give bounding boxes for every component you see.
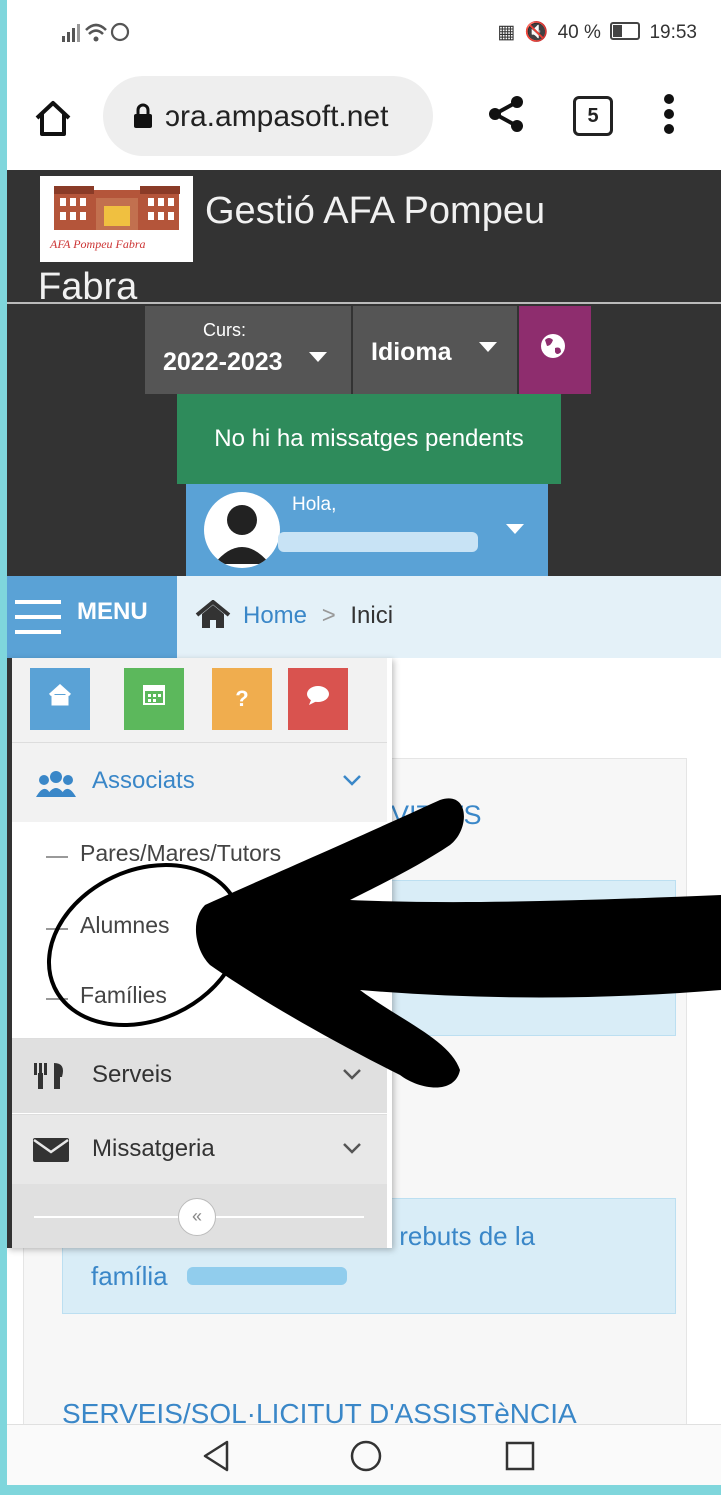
recents-icon[interactable] [503,1439,537,1478]
menu-breadcrumb-bar: MENU Home > Inici [7,576,721,658]
breadcrumb-current: Inici [350,602,394,629]
language-label: Idioma [371,338,452,366]
quick-icons: ? [12,658,387,742]
app-header: AFA Pompeu Fabra Gestió AFA Pompeu Fabra… [7,170,721,576]
submenu-item-pares[interactable]: Pares/Mares/Tutors [12,822,387,892]
messages-status[interactable]: No hi ha missatges pendents [177,394,561,484]
caret-down-icon [504,522,526,541]
home-icon [48,683,72,706]
browser-toolbar: ɔra.ampasoft.net 5 [7,62,721,170]
info-box-text: s rebuts de la [379,1221,536,1251]
course-value: 2022-2023 [163,348,283,376]
side-menu: ? Associats Pares/Mares/Tutors Alumnes F… [7,658,392,1248]
battery-icon [610,22,641,40]
android-nav-bar [7,1424,721,1486]
family-name-blurred [187,1267,347,1285]
submenu-dash [46,928,68,930]
status-bar: ▦ 🔇 40 % 19:53 [7,6,721,62]
mute-icon: 🔇 [524,22,549,43]
quick-chat-button[interactable] [288,668,348,730]
school-logo[interactable]: AFA Pompeu Fabra [40,176,193,262]
submenu-dash [46,856,68,858]
info-box-text-familia: família [91,1261,168,1291]
menu-section-label: Associats [92,767,195,794]
status-icons-right: ▦ 🔇 40 % 19:53 [497,20,697,44]
quick-calendar-button[interactable] [124,668,184,730]
svg-text:AFA Pompeu Fabra: AFA Pompeu Fabra [49,237,146,251]
phone-screen: ▦ 🔇 40 % 19:53 ɔra.ampasoft.net 5 AFA Po… [7,0,721,1495]
envelope-icon [32,1137,70,1168]
greeting: Hola, [292,494,337,515]
collapse-sidebar-button[interactable]: « [178,1198,216,1236]
menu-section-associats[interactable]: Associats [12,742,387,823]
status-icons-left [62,20,132,50]
globe-button[interactable] [519,306,591,394]
chat-icon [307,686,329,705]
breadcrumb: Home > Inici [243,602,393,630]
header-divider [7,302,721,304]
question-icon: ? [235,686,249,711]
submenu-item-label: Alumnes [80,912,170,938]
back-icon[interactable] [199,1439,233,1478]
menu-button[interactable]: MENU [7,576,177,658]
tab-count-button[interactable]: 5 [573,96,613,136]
quick-help-button[interactable]: ? [212,668,272,730]
caret-down-icon [477,340,499,359]
calendar-icon [143,685,165,705]
app-title: Gestió AFA Pompeu [205,190,546,232]
menu-section-missatgeria[interactable]: Missatgeria [12,1114,387,1185]
home-icon[interactable] [195,599,231,635]
signal-wifi-icon [62,22,130,42]
cutlery-icon [32,1061,68,1096]
menu-section-label: Missatgeria [92,1135,215,1162]
caret-down-icon [307,350,329,369]
submenu-item-label: Pares/Mares/Tutors [80,840,282,866]
url-text: ɔra.ampasoft.net [165,100,389,133]
user-menu[interactable]: Hola, [186,484,548,576]
submenu-item-label: Famílies [80,982,167,1008]
home-icon[interactable] [31,96,75,140]
chevron-down-icon [342,1067,362,1086]
submenu-item-families[interactable]: Famílies [12,964,387,1034]
language-selector[interactable]: Idioma [353,306,517,394]
quick-home-button[interactable] [30,668,90,730]
hamburger-icon [15,598,65,641]
lock-icon [133,103,153,134]
course-selector[interactable]: Curs: 2022-2023 [145,306,351,394]
frame-border-bottom [0,1485,721,1495]
clock: 19:53 [649,22,697,43]
breadcrumb-home-link[interactable]: Home [243,602,307,629]
chevron-down-icon [342,1141,362,1160]
course-label: Curs: [203,320,247,340]
submenu-dash [46,998,68,1000]
globe-icon [541,334,565,358]
battery-percent: 40 % [557,22,601,43]
chevron-down-icon [342,773,362,792]
avatar [204,492,280,568]
menu-section-serveis[interactable]: Serveis [12,1038,387,1113]
home-nav-icon[interactable] [349,1439,383,1478]
menu-section-label: Serveis [92,1061,173,1088]
sidebar-collapse-bar: « [12,1184,387,1248]
menu-label: MENU [77,598,148,625]
user-name-blurred [278,532,478,552]
more-options-icon[interactable] [662,92,676,141]
submenu-item-alumnes[interactable]: Alumnes [12,894,387,964]
breadcrumb-separator: > [321,602,336,629]
nfc-icon: ▦ [497,22,516,43]
users-icon [36,769,76,804]
share-icon[interactable] [487,94,527,139]
url-bar[interactable]: ɔra.ampasoft.net [103,76,433,156]
